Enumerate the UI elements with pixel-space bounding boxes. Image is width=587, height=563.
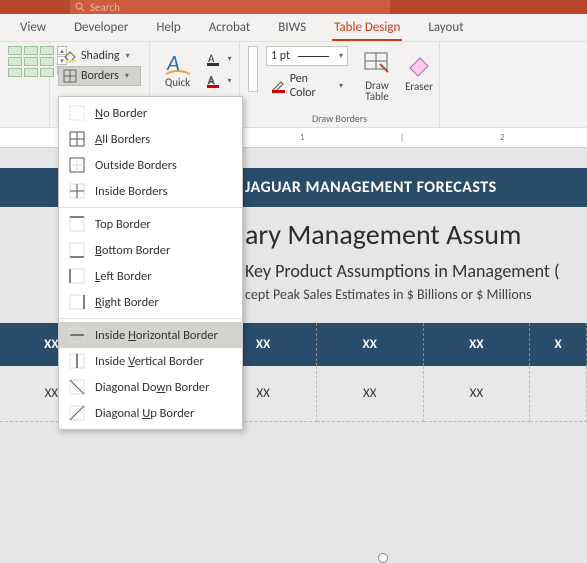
quick-styles-button[interactable]: A Quick — [157, 46, 199, 89]
border-style-select[interactable] — [248, 46, 258, 92]
tab-biws[interactable]: BIWS — [278, 20, 306, 35]
menu-diagonal-up-border[interactable]: Diagonal Up Border — [59, 400, 242, 426]
eraser-icon — [404, 50, 434, 78]
shading-button[interactable]: Shading▾ — [58, 46, 141, 66]
inside-v-icon — [69, 353, 85, 369]
menu-inside-vertical-border[interactable]: Inside Vertical Border — [59, 348, 242, 374]
left-border-icon — [69, 268, 85, 284]
right-border-icon — [69, 294, 85, 310]
tab-help[interactable]: Help — [156, 20, 180, 35]
menu-right-border[interactable]: Right Border — [59, 289, 242, 315]
top-border-icon — [69, 216, 85, 232]
all-borders-icon — [69, 131, 85, 147]
draw-table-icon — [362, 50, 392, 78]
font-fill-button[interactable]: A▾ — [205, 50, 233, 68]
inside-borders-icon — [69, 183, 85, 199]
menu-all-borders[interactable]: All Borders — [59, 126, 242, 152]
search-placeholder: Search — [90, 1, 120, 14]
font-outline-icon: A — [206, 73, 222, 89]
bucket-icon — [63, 49, 77, 63]
search-box[interactable]: Search — [70, 0, 390, 14]
menu-inside-borders[interactable]: Inside Borders — [59, 178, 242, 204]
tab-layout[interactable]: Layout — [428, 20, 463, 35]
menu-inside-horizontal-border[interactable]: Inside Horizontal Border — [59, 322, 242, 348]
table-header[interactable]: XX — [423, 323, 530, 366]
diag-down-icon — [69, 379, 85, 395]
table-header[interactable]: XX — [316, 323, 423, 366]
menu-left-border[interactable]: Left Border — [59, 263, 242, 289]
table-handle[interactable] — [378, 553, 388, 563]
borders-button[interactable]: Borders▾ — [58, 66, 141, 86]
tab-acrobat[interactable]: Acrobat — [209, 20, 251, 35]
no-border-icon — [69, 105, 85, 121]
table-cell[interactable]: XX — [423, 366, 530, 422]
font-fill-icon: A — [206, 51, 222, 67]
group-label-draw-borders: Draw Borders — [248, 112, 431, 125]
table-header[interactable]: X — [530, 323, 587, 366]
eraser-button[interactable]: Eraser — [398, 46, 440, 103]
tab-developer[interactable]: Developer — [74, 20, 128, 35]
inside-h-icon — [69, 327, 85, 343]
borders-menu: No Border All Borders Outside Borders In… — [58, 96, 243, 430]
tab-view[interactable]: View — [20, 20, 46, 35]
outside-borders-icon — [69, 157, 85, 173]
menu-bottom-border[interactable]: Bottom Border — [59, 237, 242, 263]
menu-top-border[interactable]: Top Border — [59, 211, 242, 237]
ribbon-tabs: View Developer Help Acrobat BIWS Table D… — [0, 14, 587, 42]
table-cell[interactable]: XX — [316, 366, 423, 422]
menu-outside-borders[interactable]: Outside Borders — [59, 152, 242, 178]
table-styles-gallery[interactable] — [8, 46, 54, 77]
diag-up-icon — [69, 405, 85, 421]
tab-table-design[interactable]: Table Design — [334, 20, 400, 35]
pen-icon — [271, 79, 286, 93]
line-weight-select[interactable]: 1 pt ▾ — [266, 46, 348, 66]
borders-icon — [63, 69, 77, 83]
table-cell[interactable] — [530, 366, 587, 422]
draw-table-button[interactable]: Draw Table — [356, 46, 398, 103]
search-icon — [75, 2, 85, 12]
menu-no-border[interactable]: No Border — [59, 100, 242, 126]
font-outline-button[interactable]: A▾ — [205, 72, 233, 90]
quick-icon: A — [163, 50, 193, 78]
menu-diagonal-down-border[interactable]: Diagonal Down Border — [59, 374, 242, 400]
pen-color-button[interactable]: Pen Color▾ — [266, 69, 348, 103]
bottom-border-icon — [69, 242, 85, 258]
